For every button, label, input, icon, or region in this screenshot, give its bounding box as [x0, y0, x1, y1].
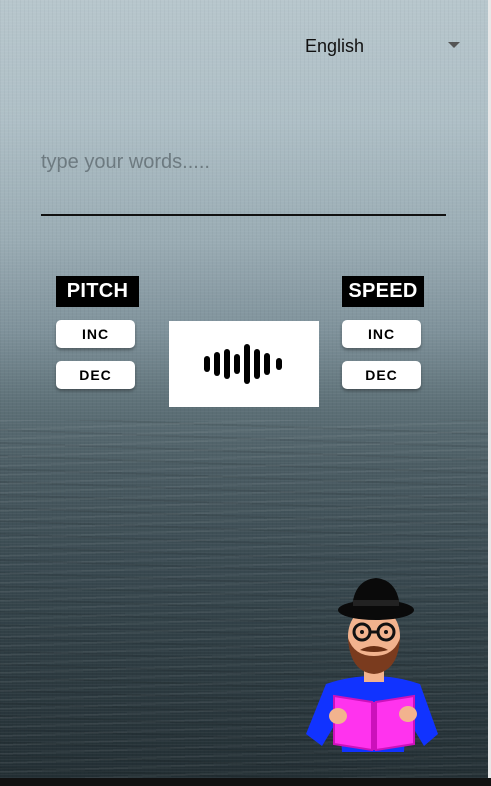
- pitch-increase-button[interactable]: INC: [56, 320, 135, 348]
- speed-decrease-button[interactable]: DEC: [342, 361, 421, 389]
- speed-label: SPEED: [342, 276, 424, 307]
- pitch-decrease-button[interactable]: DEC: [56, 361, 135, 389]
- speak-button[interactable]: [169, 321, 319, 407]
- app-screen: English PITCH INC DEC SPEED INC DEC: [0, 0, 488, 778]
- words-input[interactable]: [41, 140, 446, 216]
- reading-man-illustration: [306, 578, 438, 752]
- chevron-down-icon[interactable]: [448, 42, 460, 48]
- language-select[interactable]: English: [300, 30, 465, 62]
- sound-wave-icon: [204, 344, 282, 384]
- language-select-value: English: [305, 35, 365, 56]
- speed-increase-button[interactable]: INC: [342, 320, 421, 348]
- pitch-label: PITCH: [56, 276, 139, 307]
- bottom-edge: [0, 778, 491, 786]
